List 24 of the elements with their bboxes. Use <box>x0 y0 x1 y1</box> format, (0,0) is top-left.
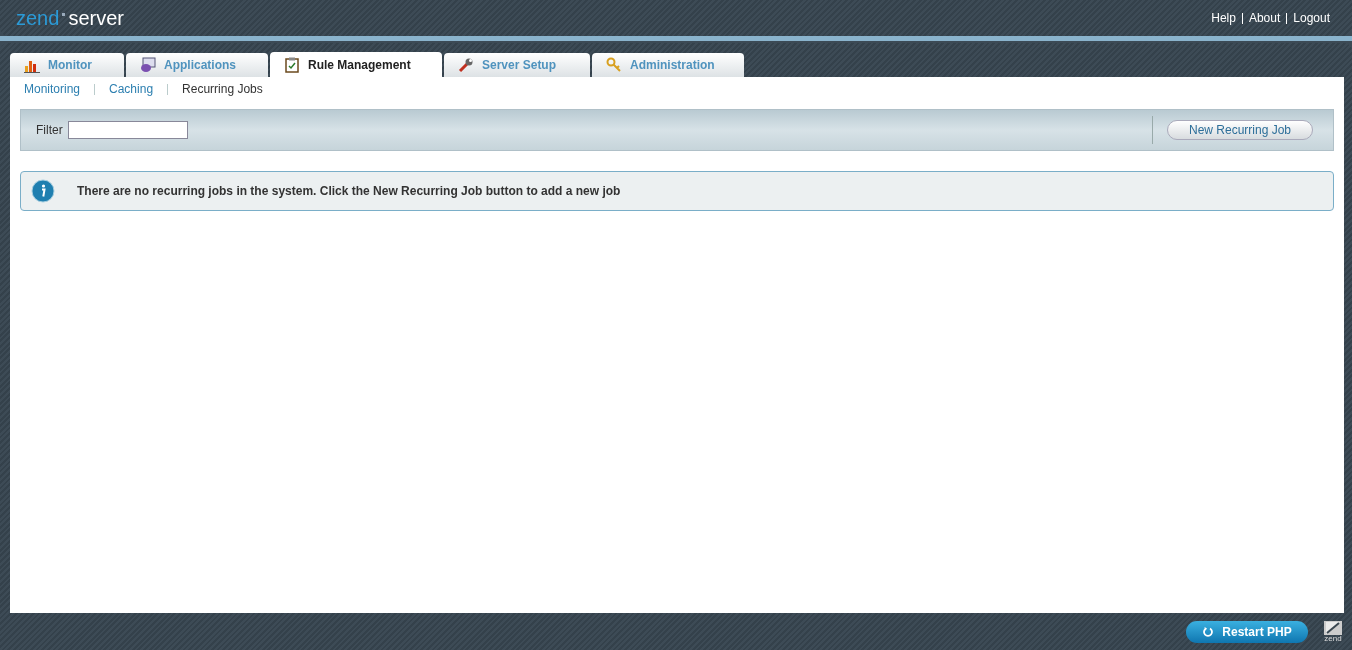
window-icon <box>140 57 156 73</box>
logo: zend server <box>16 6 124 30</box>
zend-logo: zend <box>1324 620 1342 643</box>
header-link[interactable]: About <box>1248 11 1281 25</box>
nav-tab[interactable]: Server Setup <box>444 53 590 77</box>
refresh-icon <box>1202 625 1215 638</box>
key-icon <box>606 57 622 73</box>
subnav-link[interactable]: Caching <box>109 82 154 96</box>
filter-label: Filter <box>36 123 63 137</box>
nav-tab[interactable]: Monitor <box>10 53 124 77</box>
subnav-link[interactable]: Monitoring <box>24 82 81 96</box>
nav-tab[interactable]: Rule Management <box>270 52 442 77</box>
new-job-button[interactable]: New Recurring Job <box>1167 120 1313 140</box>
clipboard-icon <box>284 56 300 73</box>
nav-tab[interactable]: Administration <box>592 53 744 77</box>
nav-tab[interactable]: Applications <box>126 53 268 77</box>
header-link[interactable]: Help <box>1211 11 1236 25</box>
wrench-icon <box>458 57 474 73</box>
restart-button[interactable]: Restart PHP <box>1186 620 1308 643</box>
subnav-link[interactable]: Recurring Jobs <box>182 82 263 96</box>
info-icon <box>31 179 55 203</box>
filter-field[interactable] <box>67 121 188 139</box>
header-link[interactable]: Logout <box>1293 11 1330 25</box>
info-message: There are no recurring jobs in the system. Click the New Recurring Job button to add a new job <box>77 184 621 198</box>
